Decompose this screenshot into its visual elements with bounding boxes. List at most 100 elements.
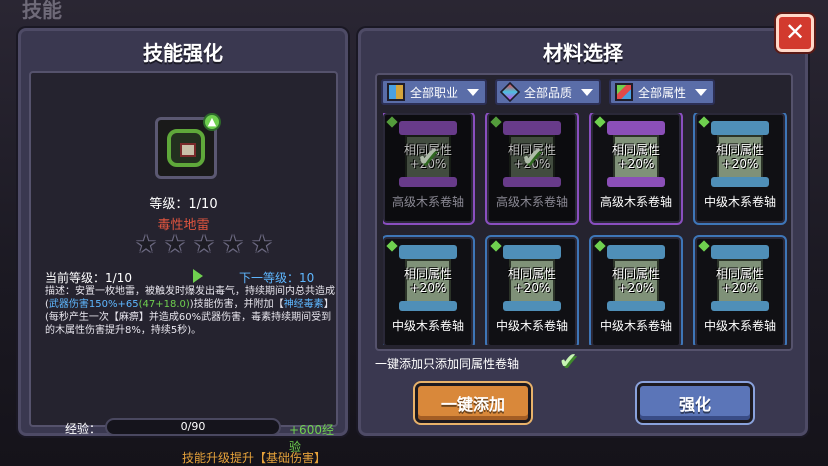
scroll-bottom: [503, 301, 561, 311]
card-label: 中级木系卷轴: [703, 195, 776, 209]
material-card[interactable]: 相同属性 +20% 中级木系卷轴: [591, 237, 681, 345]
description-highlight: 神经毒素: [283, 299, 324, 310]
scroll-top: [607, 245, 665, 259]
same-attribute-text: 相同属性: [715, 143, 764, 157]
caret-down-icon: [695, 88, 708, 96]
arrow-right-icon: [193, 269, 203, 283]
auto-add-checkbox[interactable]: ✔: [559, 351, 583, 373]
new-gem-icon: [490, 240, 502, 252]
bonus-text: +20%: [721, 157, 759, 171]
strengthen-button[interactable]: 强化: [637, 383, 753, 423]
filter-attribute-dropdown[interactable]: 全部属性: [609, 79, 716, 105]
same-attribute-text: 相同属性: [611, 267, 660, 281]
material-card[interactable]: 相同属性 +20% 中级木系卷轴: [695, 113, 785, 223]
current-level: 当前等级：1/10: [45, 271, 132, 285]
material-card[interactable]: 相同属性 +20% 高级木系卷轴 ✔: [487, 113, 577, 223]
bonus-text: +20%: [409, 157, 447, 171]
exp-value: 0/90: [180, 420, 206, 433]
star-icon: ★: [251, 230, 273, 258]
star-rating: ★ ★ ★ ★ ★: [135, 230, 273, 258]
background-title: 技能: [22, 0, 62, 22]
checkmark-icon: ✔: [417, 143, 439, 173]
card-label: 高级木系卷轴: [599, 195, 672, 209]
new-gem-icon: [386, 240, 398, 252]
exp-bar: 0/90: [105, 418, 281, 436]
scroll-bottom: [607, 301, 665, 311]
material-card[interactable]: 相同属性 +20% 中级木系卷轴: [383, 237, 473, 345]
scroll-top: [399, 245, 457, 259]
new-gem-icon: [698, 116, 710, 128]
same-attribute-text: 相同属性: [507, 267, 556, 281]
same-attribute-text: 相同属性: [611, 143, 660, 157]
card-label: 高级木系卷轴: [495, 195, 568, 209]
mine-icon: [167, 129, 205, 167]
bonus-text: +20%: [409, 281, 447, 295]
scroll-bottom: [503, 177, 561, 187]
skill-upgrade-panel: 技能强化 ▲ 等级：1/10 毒性地雷 ★ ★ ★ ★ ★ 当前等级：1/10 …: [18, 28, 348, 465]
same-attribute-text: 相同属性: [403, 267, 452, 281]
checkmark-icon: ✔: [521, 143, 543, 173]
skill-level: 等级：1/10: [149, 197, 218, 212]
new-gem-icon: [594, 240, 606, 252]
bonus-text: +20%: [617, 157, 655, 171]
star-icon: ★: [193, 230, 215, 258]
filter-label: 全部职业: [410, 85, 459, 100]
description-highlight-green: (47+18.0): [138, 299, 190, 310]
caret-down-icon: [581, 88, 594, 96]
filter-label: 全部品质: [524, 85, 573, 100]
material-select-panel: 材料选择 全部职业 全部品质 全部属性 相同属性 +20% 高级木系卷轴 ✔ 相同属性 +…: [358, 28, 808, 436]
filter-quality-dropdown[interactable]: 全部品质: [495, 79, 602, 105]
class-icon: [387, 83, 405, 101]
scroll-top: [711, 245, 769, 259]
wood-scroll-icon: [405, 135, 451, 181]
scroll-bottom: [399, 301, 457, 311]
new-gem-icon: [386, 116, 398, 128]
caret-down-icon: [467, 88, 480, 96]
scroll-bottom: [399, 177, 457, 187]
material-card[interactable]: 相同属性 +20% 中级木系卷轴: [695, 237, 785, 345]
new-gem-icon: [698, 240, 710, 252]
card-label: 中级木系卷轴: [391, 319, 464, 333]
same-attribute-text: 相同属性: [403, 143, 452, 157]
bonus-text: +20%: [721, 281, 759, 295]
star-icon: ★: [135, 230, 157, 258]
description-highlight: 武器伤害150%+65: [48, 299, 139, 310]
close-button[interactable]: ✕: [776, 14, 814, 52]
attribute-icon: [615, 83, 634, 101]
bonus-text: +20%: [617, 281, 655, 295]
filter-bar: 全部职业 全部品质 全部属性: [381, 79, 716, 105]
new-gem-icon: [490, 116, 502, 128]
skill-description: 描述：安置一枚地雷，被触发时爆发出毒气，持续期间内总共造成(武器伤害150%+6…: [45, 285, 335, 337]
material-card[interactable]: 相同属性 +20% 高级木系卷轴 ✔: [383, 113, 473, 223]
card-label: 中级木系卷轴: [599, 319, 672, 333]
star-icon: ★: [222, 230, 244, 258]
material-card[interactable]: 相同属性 +20% 中级木系卷轴: [487, 237, 577, 345]
add-all-button[interactable]: 一键添加: [415, 383, 531, 423]
next-level: 下一等级：10: [239, 271, 315, 285]
scroll-bottom: [711, 301, 769, 311]
scroll-top: [503, 245, 561, 259]
bonus-text: +20%: [513, 157, 551, 171]
quality-icon: [499, 81, 521, 103]
same-attribute-text: 相同属性: [507, 143, 556, 157]
card-label: 高级木系卷轴: [391, 195, 464, 209]
card-label: 中级木系卷轴: [495, 319, 568, 333]
material-select-title: 材料选择: [543, 41, 623, 65]
same-attribute-text: 相同属性: [715, 267, 764, 281]
bonus-text: +20%: [513, 281, 551, 295]
description-text: )技能伤害，并附加【: [189, 299, 284, 310]
filter-label: 全部属性: [638, 85, 687, 100]
skill-detail-box: ▲ 等级：1/10 毒性地雷 ★ ★ ★ ★ ★ 当前等级：1/10 下一等级：…: [29, 71, 338, 465]
scroll-top: [399, 121, 457, 135]
scroll-bottom: [607, 177, 665, 187]
exp-label: 经验：: [65, 422, 102, 436]
material-card[interactable]: 相同属性 +20% 高级木系卷轴: [591, 113, 681, 223]
upgrade-hint: 技能升级提升【基础伤害】: [181, 451, 326, 465]
upgrade-arrow-icon: ▲: [203, 113, 221, 131]
wood-scroll-icon: [509, 135, 555, 181]
filter-class-dropdown[interactable]: 全部职业: [381, 79, 488, 105]
scroll-top: [607, 121, 665, 135]
scroll-top: [711, 121, 769, 135]
poison-mine-skill-icon: ▲: [155, 113, 221, 179]
new-gem-icon: [594, 116, 606, 128]
